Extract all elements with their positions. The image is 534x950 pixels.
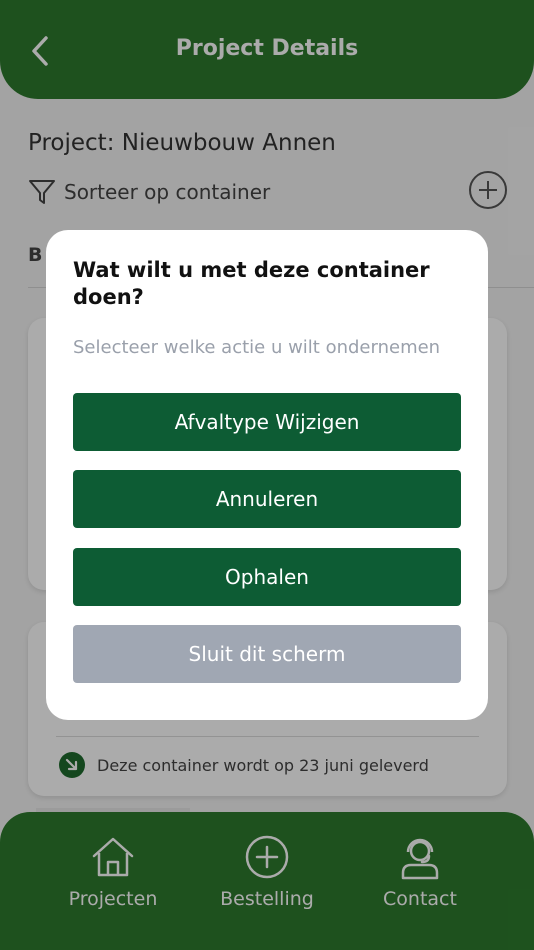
cancel-container-button[interactable]: Annuleren xyxy=(73,470,461,528)
dialog-subtitle: Selecteer welke actie u wilt ondernemen xyxy=(73,337,441,358)
action-dialog: Wat wilt u met deze container doen? Sele… xyxy=(46,230,488,720)
pickup-button[interactable]: Ophalen xyxy=(73,548,461,606)
close-dialog-button[interactable]: Sluit dit scherm xyxy=(73,625,461,683)
change-waste-type-button[interactable]: Afvaltype Wijzigen xyxy=(73,393,461,451)
dialog-title: Wat wilt u met deze container doen? xyxy=(73,258,430,309)
